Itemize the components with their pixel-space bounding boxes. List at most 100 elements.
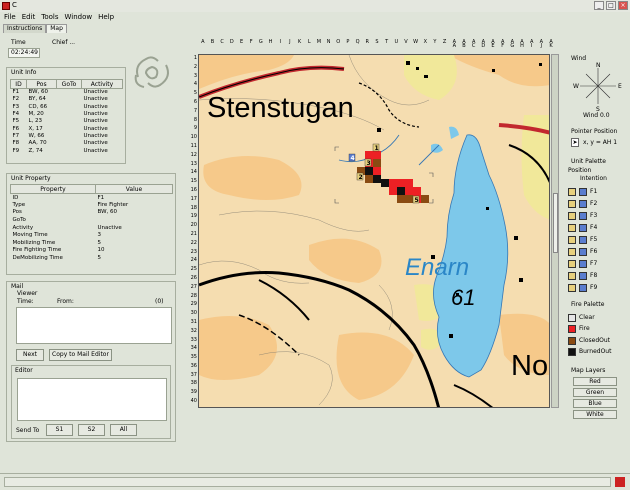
unit-info-header-goto[interactable]: GoTo	[56, 79, 82, 89]
unit-pos: AA, 70	[28, 140, 47, 147]
map-view[interactable]: Stenstugan Enarn 61 No 1 2 3 4 5	[198, 54, 550, 408]
palette-unit-f9[interactable]: F9	[568, 283, 597, 292]
unit-info-header-pos[interactable]: Pos	[26, 79, 57, 89]
palette-unit-f8[interactable]: F8	[568, 271, 597, 280]
place-no: No	[511, 350, 548, 382]
palette-unit-label: F7	[590, 260, 598, 267]
copy-to-mail-editor-button[interactable]: Copy to Mail Editor	[49, 349, 112, 361]
palette-unit-f6[interactable]: F6	[568, 247, 597, 256]
menu-window[interactable]: Window	[65, 12, 93, 23]
property-name: GoTo	[12, 217, 26, 224]
mail-editor[interactable]	[17, 378, 167, 421]
map-row-label: 30	[190, 310, 197, 317]
tab-map[interactable]: Map	[46, 24, 67, 33]
unit-goto	[57, 125, 82, 132]
send-to-label: Send To	[16, 427, 40, 434]
unit-marker-1: 1	[375, 145, 379, 152]
map-row-label: 2	[193, 63, 197, 70]
send-s1-button[interactable]: S1	[46, 424, 73, 436]
property-value: F1	[97, 194, 105, 201]
cursor-icon: ➤	[571, 138, 579, 147]
map-row-label: 35	[190, 354, 197, 361]
fire-palette-closedout[interactable]: ClosedOut	[568, 336, 610, 345]
value-header[interactable]: Value	[95, 184, 173, 194]
map-vertical-scrollbar[interactable]	[551, 54, 559, 408]
fire-swatch	[568, 336, 576, 345]
menu-edit[interactable]: Edit	[22, 12, 36, 23]
unit-goto	[57, 110, 82, 117]
layer-green-button[interactable]: Green	[573, 388, 617, 397]
unit-position-icon	[568, 187, 576, 196]
palette-unit-f7[interactable]: F7	[568, 259, 597, 268]
table-row[interactable]: F2 BY, 64 Unactive	[11, 96, 123, 103]
fire-palette-fire[interactable]: Fire	[568, 324, 590, 333]
palette-unit-f2[interactable]: F2	[568, 199, 597, 208]
maximize-button[interactable]: □	[606, 1, 616, 10]
map-row-label: 12	[190, 151, 197, 158]
map-row-label: 7	[193, 107, 197, 114]
unit-info-table: ID Pos GoTo Activity F1 BW, 60 Unactive F2…	[10, 79, 123, 154]
palette-unit-f5[interactable]: F5	[568, 235, 597, 244]
palette-unit-f3[interactable]: F3	[568, 211, 597, 220]
menu-help[interactable]: Help	[98, 12, 114, 23]
scrollbar-thumb[interactable]	[553, 193, 558, 253]
table-row: Mobilizing Time 5	[11, 239, 173, 247]
menu-tools[interactable]: Tools	[41, 12, 58, 23]
send-s2-button[interactable]: S2	[78, 424, 105, 436]
pointer-position-value: x, y = AH 1	[583, 139, 618, 146]
palette-unit-label: F1	[590, 188, 598, 195]
unit-intention-icon	[579, 259, 587, 268]
map-canvas[interactable]: Stenstugan Enarn 61 No 1 2 3 4 5	[199, 55, 550, 408]
table-row[interactable]: F7 W, 66 Unactive	[11, 132, 123, 139]
title-bar: C _ □ ×	[0, 0, 630, 12]
unit-id: F1	[12, 89, 20, 96]
map-column-label: W	[413, 39, 419, 45]
table-row[interactable]: F9 Z, 74 Unactive	[11, 147, 123, 154]
table-row: ID F1	[11, 194, 173, 202]
map-column-label: I	[279, 39, 281, 45]
table-row[interactable]: F8 AA, 70 Unactive	[11, 140, 123, 147]
next-button[interactable]: Next	[16, 349, 44, 361]
layer-red-button[interactable]: Red	[573, 377, 617, 386]
minimize-button[interactable]: _	[594, 1, 604, 10]
menu-file[interactable]: File	[4, 12, 16, 23]
map-row-label: 19	[190, 213, 197, 220]
map-column-label: A G	[510, 39, 515, 49]
map-row-label: 9	[193, 125, 197, 132]
unit-info-header-activity[interactable]: Activity	[81, 79, 123, 89]
layer-blue-button[interactable]: Blue	[573, 399, 617, 408]
fire-palette-burnedout[interactable]: BurnedOut	[568, 347, 611, 356]
send-all-button[interactable]: All	[110, 424, 137, 436]
map-row-label: 14	[190, 169, 197, 176]
map-column-label: V	[404, 39, 408, 45]
map-row-label: 20	[190, 222, 197, 229]
palette-unit-f1[interactable]: F1	[568, 187, 597, 196]
table-row[interactable]: F4 M, 20 Unactive	[11, 110, 123, 117]
unit-info-header-id[interactable]: ID	[10, 79, 27, 89]
compass-e: E	[618, 83, 622, 90]
property-header[interactable]: Property	[10, 184, 96, 194]
property-value: 3	[97, 232, 102, 239]
table-row[interactable]: F1 BW, 60 Unactive	[11, 89, 123, 96]
property-value: 5	[97, 239, 102, 246]
table-row[interactable]: F6 X, 17 Unactive	[11, 125, 123, 132]
unit-activity: Unactive	[83, 96, 108, 103]
unit-goto	[57, 147, 82, 154]
map-row-label: 34	[190, 345, 197, 352]
mail-viewer[interactable]	[16, 307, 172, 344]
fire-palette-clear[interactable]: Clear	[568, 313, 595, 322]
property-name: Mobilizing Time	[12, 239, 56, 246]
fire-palette-label: Fire	[579, 325, 590, 332]
table-row[interactable]: F5 L, 23 Unactive	[11, 118, 123, 125]
unit-activity: Unactive	[83, 132, 108, 139]
map-column-label: Q	[355, 39, 360, 45]
palette-unit-f4[interactable]: F4	[568, 223, 597, 232]
map-column-label: D	[229, 39, 234, 45]
map-column-label: S	[375, 39, 379, 45]
close-button[interactable]: ×	[618, 1, 628, 10]
table-row[interactable]: F3 CD, 66 Unactive	[11, 103, 123, 110]
tab-instructions[interactable]: Instructions	[3, 24, 47, 33]
layer-white-button[interactable]: White	[573, 410, 617, 419]
unit-pos: L, 23	[28, 118, 43, 125]
map-column-label: T	[385, 39, 389, 45]
